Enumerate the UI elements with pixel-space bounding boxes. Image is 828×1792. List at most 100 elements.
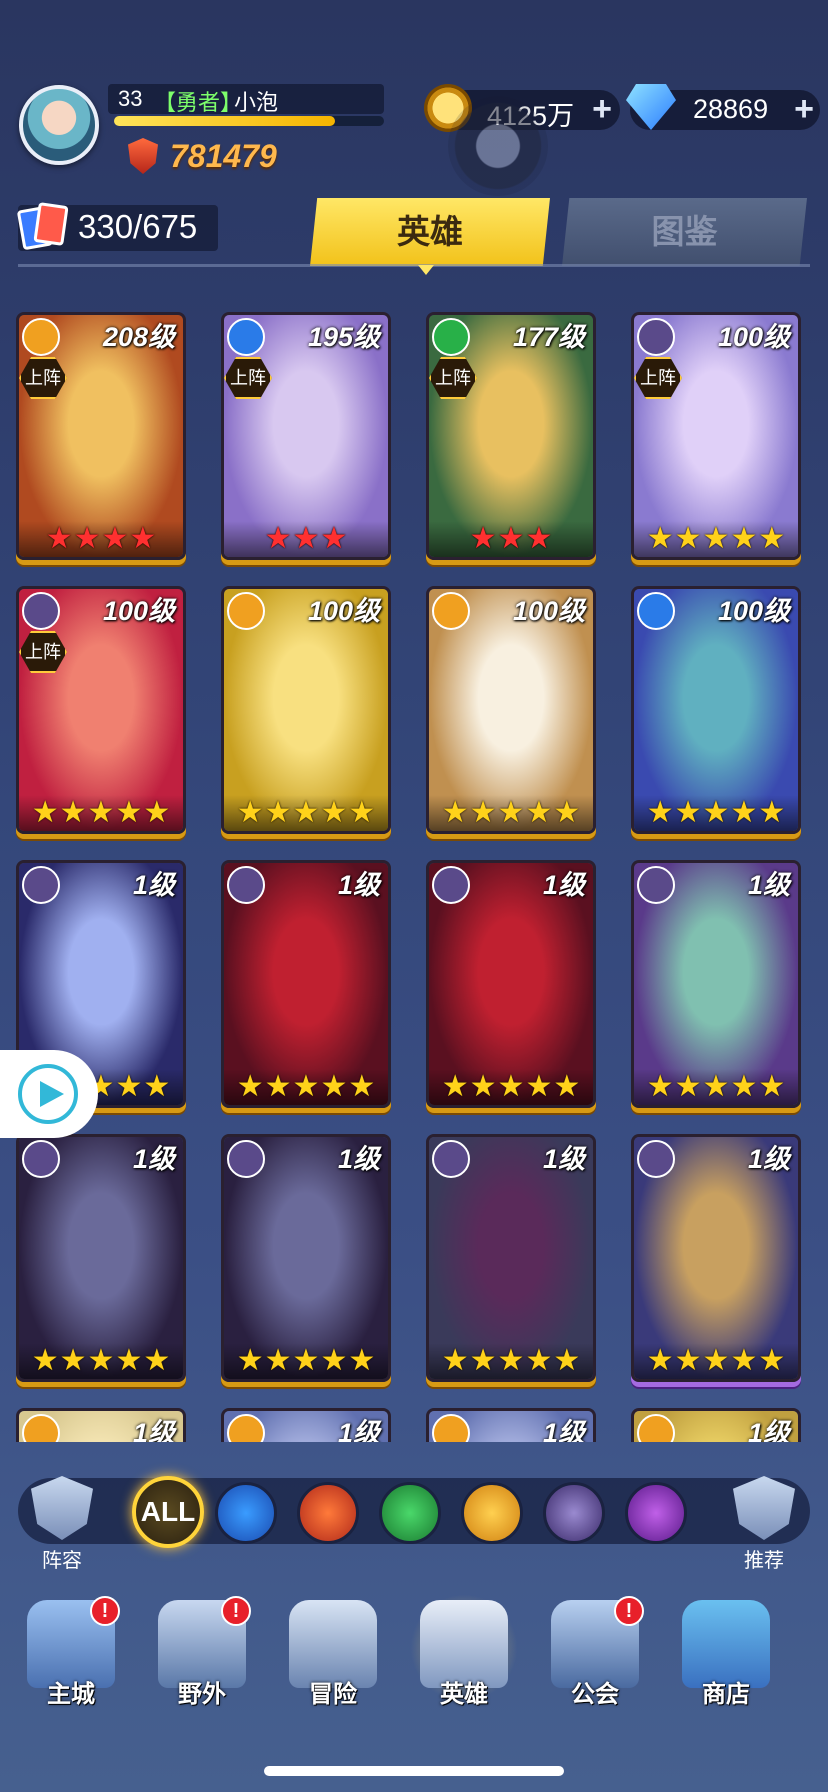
element-water-icon <box>637 592 675 630</box>
hero-card[interactable]: 100级 ★ ★ ★ ★ ★ <box>631 586 801 834</box>
hero-card[interactable]: 195级 上阵 ★ ★ ★ <box>221 312 391 560</box>
star-icon: ★ <box>730 522 758 555</box>
hero-level: 1级 <box>132 1418 175 1442</box>
nav-adventure[interactable]: 冒险 <box>278 1600 388 1720</box>
star-icon: ★ <box>236 1344 264 1377</box>
player-avatar[interactable] <box>19 85 99 165</box>
star-icon: ★ <box>87 796 115 829</box>
hero-card[interactable]: 1级 <box>631 1408 801 1442</box>
nav-shop[interactable]: 商店 <box>671 1600 781 1720</box>
hero-card[interactable]: 1级★★★★★ <box>221 860 391 1108</box>
star-icon: ★ <box>497 1344 525 1377</box>
hero-card[interactable]: 1级★★★★★ <box>221 1134 391 1382</box>
nav-main-city[interactable]: 主城! <box>16 1596 126 1720</box>
hero-card[interactable]: 1级★★★★★ <box>16 1134 186 1382</box>
element-water-icon <box>227 318 265 356</box>
filter-dark-button[interactable] <box>543 1482 605 1544</box>
star-icon: ★ <box>553 796 581 829</box>
star-icon: ★ <box>758 796 786 829</box>
filter-nature-button[interactable] <box>379 1482 441 1544</box>
star-rating: ★★★★★ <box>634 1343 798 1379</box>
alert-badge: ! <box>221 1596 251 1626</box>
hero-card[interactable]: 208级 上阵 ★ ★ ★ ★ <box>16 312 186 560</box>
star-icon: ★ <box>292 796 320 829</box>
player-title: 【勇者】 <box>154 90 243 115</box>
star-icon: ★ <box>497 522 525 555</box>
star-icon: ★ <box>702 522 730 555</box>
star-icon: ★ <box>469 1070 497 1103</box>
star-icon: ★ <box>129 522 157 555</box>
star-icon: ★ <box>497 796 525 829</box>
star-icon: ★ <box>674 796 702 829</box>
star-icon: ★ <box>143 796 171 829</box>
tab-heroes[interactable]: 英雄 <box>310 198 550 266</box>
tab-codex[interactable]: 图鉴 <box>562 198 807 266</box>
element-light-icon <box>227 592 265 630</box>
hero-card[interactable]: 1级 <box>16 1408 186 1442</box>
hero-level: 1级 <box>747 1418 790 1442</box>
filter-all-button[interactable]: ALL <box>132 1476 204 1548</box>
hero-card[interactable]: 100级 ★ ★ ★ ★ ★ <box>426 586 596 834</box>
lineup-button[interactable]: 阵容 <box>24 1476 100 1576</box>
filter-fire-button[interactable] <box>297 1482 359 1544</box>
hero-level: 100级 <box>512 596 585 626</box>
element-nature-icon <box>432 318 470 356</box>
star-icon: ★ <box>115 1070 143 1103</box>
hero-level: 1级 <box>337 1418 380 1442</box>
assistive-touch-button[interactable] <box>448 96 548 196</box>
hero-level: 1级 <box>542 870 585 900</box>
nav-guild[interactable]: 公会! <box>540 1596 650 1720</box>
star-icon: ★ <box>31 796 59 829</box>
hero-level: 100级 <box>717 322 790 352</box>
hero-level: 195级 <box>307 322 380 352</box>
nav-label: 冒险 <box>309 1681 357 1708</box>
hero-card[interactable]: 100级 上阵 ★ ★ ★ ★ ★ <box>16 586 186 834</box>
star-icon: ★ <box>646 1070 674 1103</box>
star-rating: ★★★★★ <box>634 1069 798 1105</box>
filter-light-button[interactable] <box>461 1482 523 1544</box>
star-icon: ★ <box>320 796 348 829</box>
filter-chaos-button[interactable] <box>625 1482 687 1544</box>
star-icon: ★ <box>320 1070 348 1103</box>
star-icon: ★ <box>320 1344 348 1377</box>
nav-heroes[interactable]: 英雄 <box>409 1600 519 1720</box>
hero-card[interactable]: 1级★★★★★ <box>631 1134 801 1382</box>
hero-level: 1级 <box>132 1144 175 1174</box>
hero-level: 1级 <box>337 870 380 900</box>
hero-card[interactable]: 1级 <box>221 1408 391 1442</box>
tab-divider <box>18 264 810 267</box>
star-icon: ★ <box>236 796 264 829</box>
hero-card[interactable]: 177级 上阵 ★ ★ ★ <box>426 312 596 560</box>
hero-card[interactable]: 1级★★★★★ <box>426 1134 596 1382</box>
star-icon: ★ <box>45 522 73 555</box>
element-dark-icon <box>637 866 675 904</box>
star-icon: ★ <box>143 1070 171 1103</box>
nav-wilderness[interactable]: 野外! <box>147 1596 257 1720</box>
play-video-button[interactable] <box>0 1050 98 1138</box>
hero-card[interactable]: 100级 ★ ★ ★ ★ ★ <box>221 586 391 834</box>
star-icon: ★ <box>59 1344 87 1377</box>
hero-card[interactable]: 1级 <box>426 1408 596 1442</box>
hero-level: 100级 <box>307 596 380 626</box>
star-icon: ★ <box>730 1344 758 1377</box>
star-rating: ★ ★ ★ <box>429 521 593 557</box>
add-gems-button[interactable]: + <box>790 92 818 126</box>
hero-cards-icon <box>16 202 69 251</box>
filter-water-button[interactable] <box>215 1482 277 1544</box>
star-icon: ★ <box>730 1070 758 1103</box>
star-icon: ★ <box>115 796 143 829</box>
hero-card[interactable]: 1级★★★★★ <box>426 860 596 1108</box>
hero-card[interactable]: 100级 上阵 ★ ★ ★ ★ ★ <box>631 312 801 560</box>
star-icon: ★ <box>469 522 497 555</box>
add-gold-button[interactable]: + <box>588 92 616 126</box>
star-rating: ★★★★★ <box>224 1343 388 1379</box>
star-rating: ★★★★★ <box>429 1343 593 1379</box>
hero-card[interactable]: 1级★★★★★ <box>631 860 801 1108</box>
nav-label: 商店 <box>702 1681 750 1708</box>
active-tab-indicator <box>418 265 434 275</box>
element-dark-icon <box>637 318 675 356</box>
star-icon: ★ <box>292 522 320 555</box>
xp-bar-fill <box>114 116 336 126</box>
recommend-button[interactable]: 推荐 <box>726 1476 802 1576</box>
star-icon: ★ <box>674 1344 702 1377</box>
